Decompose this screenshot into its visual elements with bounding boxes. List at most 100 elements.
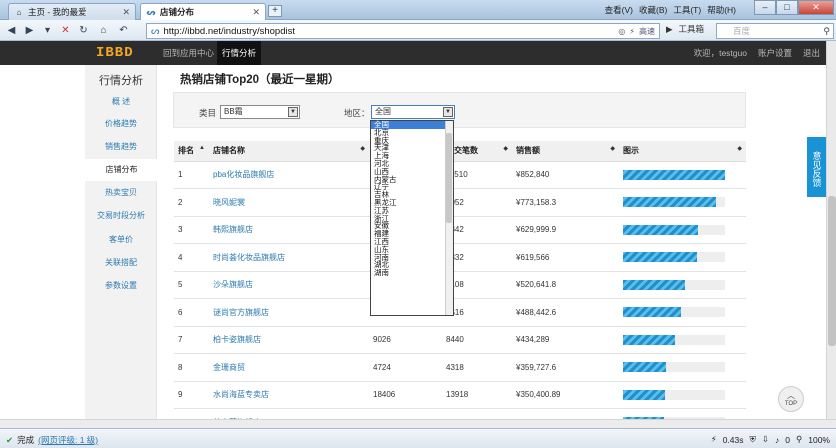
sales-bar <box>623 389 665 400</box>
download-icon[interactable]: ⇩ <box>762 434 769 445</box>
maximize-button[interactable]: □ <box>776 0 798 15</box>
address-bar[interactable]: ᔕ http://ibbd.net/industry/shopdist ◎ ⚡ … <box>146 23 660 39</box>
header-chart[interactable]: 图示 ◆ <box>619 141 746 162</box>
sales-bar <box>623 334 675 345</box>
sidebar-item-avg-order[interactable]: 客单价 <box>85 229 157 251</box>
sort-icon[interactable]: ◆ <box>360 145 365 152</box>
page-vertical-scrollbar[interactable] <box>826 41 836 419</box>
sidebar: 行情分析 概 述 价格趋势 销售趋势 店铺分布 热卖宝贝 交易时段分析 客单价 … <box>85 65 158 430</box>
region-select[interactable]: 全国 ▼ <box>371 105 455 119</box>
logout-link[interactable]: 退出 <box>803 41 820 65</box>
deals-cell: 13918 <box>442 381 512 409</box>
shop-name-link[interactable]: 时尚荟化妆品旗舰店 <box>209 243 369 272</box>
sidebar-item-overview[interactable]: 概 述 <box>85 91 157 113</box>
menu-help[interactable]: 帮助(H) <box>707 4 736 16</box>
zoom-icon[interactable]: ⚲ <box>796 434 802 445</box>
dropdown-scrollbar[interactable] <box>445 121 453 315</box>
shop-name-link[interactable]: 韩熙旗舰店 <box>209 216 369 244</box>
chart-cell <box>619 216 746 244</box>
header-rank[interactable]: 排名 ▲ <box>174 141 209 162</box>
nav-app-center[interactable]: 回到应用中心 <box>158 41 219 65</box>
sales-cell: ¥520,641.8 <box>512 271 619 299</box>
dropdown-icon[interactable]: ▾ <box>40 23 55 38</box>
chart-cell <box>619 353 746 382</box>
chevron-down-icon[interactable]: ▼ <box>288 107 298 117</box>
rating-link[interactable]: (网页评级: 1 级) <box>38 434 98 446</box>
speed-label: 高速 <box>639 26 655 36</box>
home-icon[interactable]: ⌂ <box>96 23 111 38</box>
forward-icon[interactable]: ▶ <box>22 23 37 38</box>
refresh-icon[interactable]: ↻ <box>76 23 91 38</box>
sidebar-item-bundles[interactable]: 关联搭配 <box>85 252 157 274</box>
col3-cell: 9026 <box>369 326 442 354</box>
region-dropdown-list[interactable]: 全国 北京 重庆 天津 上海 河北 山西 内蒙古 辽宁 吉林 黑龙江 江苏 浙江 安徽 福建 江西 山东 河南 湖北… <box>370 120 454 316</box>
logo[interactable]: IBBD <box>96 46 134 60</box>
search-input[interactable]: 百度 ⚲ <box>716 23 834 39</box>
new-tab-button[interactable]: + <box>268 5 282 17</box>
close-icon[interactable]: ✕ <box>252 7 260 18</box>
rank-cell: 9 <box>174 381 209 409</box>
menu-view[interactable]: 查看(V) <box>605 4 633 16</box>
zoom-value[interactable]: 100% <box>808 435 830 445</box>
speed-icon[interactable]: ⚡ <box>629 27 635 36</box>
back-to-top-button[interactable]: ︿ TOP <box>778 386 804 412</box>
shop-name-link[interactable]: 水尚海蓝专卖店 <box>209 381 369 409</box>
sales-cell: ¥359,727.6 <box>512 353 619 382</box>
compat-icon[interactable]: ◎ <box>618 27 625 36</box>
shop-table: 排名 ▲ 店铺名称 ◆ 成交笔数 ◆ 销售额 ◆ 图示 ◆ 1 pba化妆品旗舰店 11510… <box>174 141 746 437</box>
stop-icon[interactable]: ✕ <box>58 23 73 38</box>
window-close-button[interactable]: ✕ <box>798 0 834 15</box>
shop-name-link[interactable]: 沙朵旗舰店 <box>209 271 369 299</box>
menu-favorites[interactable]: 收藏(B) <box>639 4 667 16</box>
close-icon[interactable]: ✕ <box>122 7 130 18</box>
minimize-button[interactable]: – <box>754 0 776 15</box>
shop-name-link[interactable]: 谜尚官方旗舰店 <box>209 298 369 327</box>
status-done: 完成 <box>17 435 35 445</box>
sidebar-item-shop-distribution[interactable]: 店铺分布 <box>85 159 158 181</box>
sort-icon[interactable]: ◆ <box>610 145 615 152</box>
search-placeholder: 百度 <box>733 26 751 36</box>
sidebar-item-sales-trend[interactable]: 销售趋势 <box>85 136 157 158</box>
shop-name-link[interactable]: 晓风妮裳 <box>209 188 369 217</box>
sort-icon[interactable]: ◆ <box>737 145 742 152</box>
search-icon[interactable]: ⚲ <box>823 26 830 37</box>
sort-icon[interactable]: ◆ <box>503 145 508 152</box>
sidebar-title: 行情分析 <box>99 75 143 87</box>
sales-bar <box>623 307 682 318</box>
rank-cell: 7 <box>174 326 209 354</box>
scroll-thumb[interactable] <box>828 196 836 346</box>
sidebar-item-hot-items[interactable]: 热卖宝贝 <box>85 182 157 204</box>
toolbox-label[interactable]: 工具箱 <box>679 23 705 35</box>
tab-home[interactable]: ⌂ 主页 - 我的最爱 ✕ <box>8 3 136 20</box>
region-option[interactable]: 湖南 <box>371 269 453 277</box>
header-shop-name[interactable]: 店铺名称 ◆ <box>209 141 369 162</box>
sidebar-item-settings[interactable]: 参数设置 <box>85 275 157 297</box>
nav-market-analysis[interactable]: 行情分析 <box>217 41 262 65</box>
shop-name-link[interactable]: 金珊商贸 <box>209 353 369 382</box>
go-icon[interactable]: ▶ <box>666 24 673 35</box>
sort-asc-icon[interactable]: ▲ <box>199 145 205 151</box>
undo-icon[interactable]: ↶ <box>116 23 131 38</box>
site-icon: ᔕ <box>151 25 160 37</box>
sales-cell: ¥434,289 <box>512 326 619 354</box>
shield-icon[interactable]: ⛨ <box>750 434 756 445</box>
feedback-button[interactable]: 意见反馈 <box>807 137 826 197</box>
rank-cell: 8 <box>174 353 209 382</box>
shop-name-link[interactable]: pba化妆品旗舰店 <box>209 161 369 189</box>
menu-tools[interactable]: 工具(T) <box>673 4 701 16</box>
shop-name-link[interactable]: 柏卡姿旗舰店 <box>209 326 369 354</box>
chart-cell <box>619 298 746 327</box>
account-settings-link[interactable]: 账户设置 <box>758 41 792 65</box>
page-icon: ᔕ <box>146 7 156 17</box>
header-sales[interactable]: 销售额 ◆ <box>512 141 619 162</box>
sidebar-item-trade-hours[interactable]: 交易时段分析 <box>85 205 157 227</box>
dropdown-scroll-thumb[interactable] <box>446 133 452 223</box>
chevron-down-icon[interactable]: ▼ <box>443 107 453 117</box>
sidebar-item-price-trend[interactable]: 价格趋势 <box>85 113 157 135</box>
page-horizontal-scrollbar[interactable] <box>0 419 836 428</box>
chart-cell <box>619 161 746 189</box>
tab-shopdist[interactable]: ᔕ 店铺分布 ✕ <box>140 3 266 20</box>
sound-icon[interactable]: ♪ <box>775 435 779 445</box>
back-icon[interactable]: ◀ <box>4 23 19 38</box>
category-select[interactable]: BB霜 ▼ <box>220 105 300 119</box>
